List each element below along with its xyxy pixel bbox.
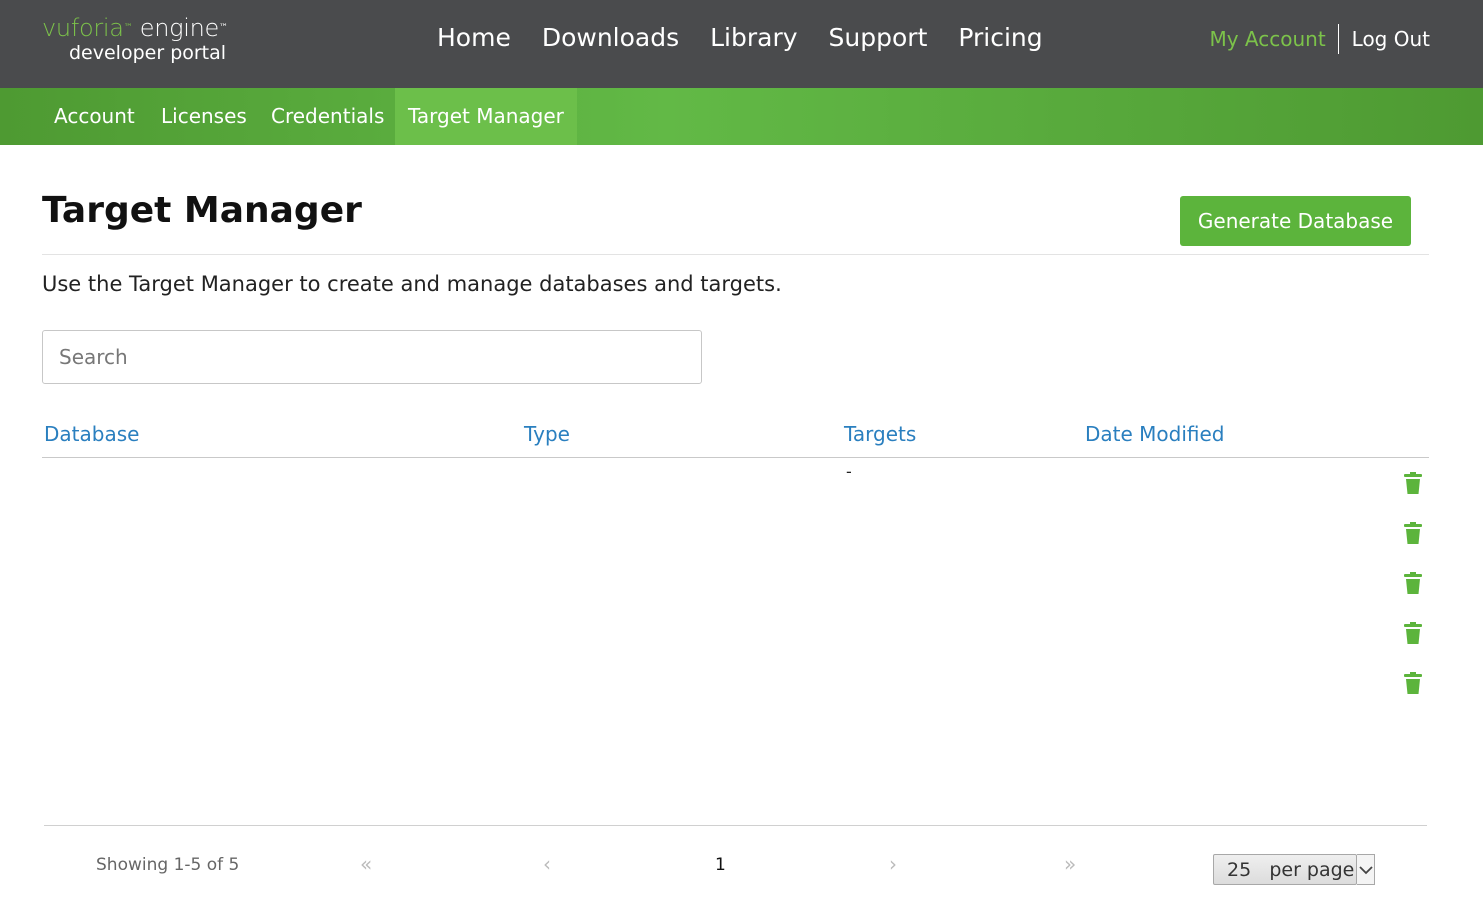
chevron-down-icon[interactable] [1357, 854, 1375, 885]
column-header-database[interactable]: Database [44, 422, 139, 446]
vuforia-logo[interactable]: vuforia™ engine™ developer portal [42, 14, 242, 70]
logo-brand: vuforia [42, 14, 124, 42]
nav-home[interactable]: Home [437, 20, 511, 56]
sub-nav: Account Licenses Credentials Target Mana… [0, 88, 1483, 145]
prev-page-button[interactable]: ‹ [543, 852, 551, 876]
nav-downloads[interactable]: Downloads [542, 20, 679, 56]
generate-database-button[interactable]: Generate Database [1180, 196, 1411, 246]
current-page[interactable]: 1 [715, 855, 726, 875]
nav-library[interactable]: Library [710, 20, 797, 56]
pagination-divider [44, 825, 1427, 826]
top-header: vuforia™ engine™ developer portal Home D… [0, 0, 1483, 88]
my-account-link[interactable]: My Account [1209, 24, 1339, 54]
column-header-date-modified[interactable]: Date Modified [1085, 422, 1225, 446]
trash-icon[interactable] [1403, 572, 1423, 594]
trash-icon[interactable] [1403, 672, 1423, 694]
column-header-type[interactable]: Type [524, 422, 570, 446]
log-out-link[interactable]: Log Out [1339, 24, 1430, 54]
column-header-targets[interactable]: Targets [844, 422, 916, 446]
nav-support[interactable]: Support [829, 20, 928, 56]
logo-subtitle: developer portal [69, 42, 227, 64]
nav-pricing[interactable]: Pricing [958, 20, 1042, 56]
page-description: Use the Target Manager to create and man… [42, 272, 782, 296]
trash-icon[interactable] [1403, 472, 1423, 494]
account-links: My Account Log Out [1209, 24, 1430, 54]
logo-wordmark: vuforia™ engine™ [42, 14, 228, 42]
showing-count: Showing 1-5 of 5 [96, 855, 240, 875]
logo-product: engine [139, 14, 220, 42]
search-input[interactable] [42, 330, 702, 384]
chevron-down-icon-svg [1359, 866, 1373, 875]
title-divider [42, 254, 1429, 255]
logo-trademark-2: ™ [218, 23, 228, 33]
row-1-targets: - [846, 462, 852, 481]
trash-icon[interactable] [1403, 522, 1423, 544]
subnav-account[interactable]: Account [54, 88, 135, 145]
next-page-button[interactable]: › [889, 852, 897, 876]
subnav-credentials[interactable]: Credentials [271, 88, 384, 145]
main-nav: Home Downloads Library Support Pricing [437, 20, 1074, 56]
per-page-value: 25 per page [1213, 854, 1357, 885]
trash-icon[interactable] [1403, 622, 1423, 644]
logo-trademark: ™ [123, 23, 133, 33]
subnav-target-manager[interactable]: Target Manager [395, 88, 577, 145]
page-title: Target Manager [42, 190, 362, 231]
subnav-licenses[interactable]: Licenses [161, 88, 247, 145]
per-page-select[interactable]: 25 per page [1213, 854, 1375, 885]
first-page-button[interactable]: « [360, 852, 372, 876]
per-page-label: per page [1269, 859, 1355, 881]
per-page-number: 25 [1227, 859, 1252, 881]
last-page-button[interactable]: » [1064, 852, 1076, 876]
table-header-divider [42, 457, 1429, 458]
